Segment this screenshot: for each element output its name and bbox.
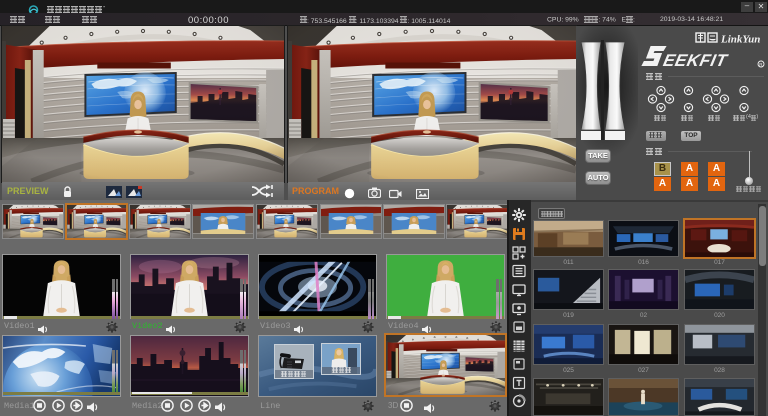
svg-text:EEKFIT: EEKFIT <box>662 50 731 70</box>
svg-text:LinkYun: LinkYun <box>720 34 760 46</box>
